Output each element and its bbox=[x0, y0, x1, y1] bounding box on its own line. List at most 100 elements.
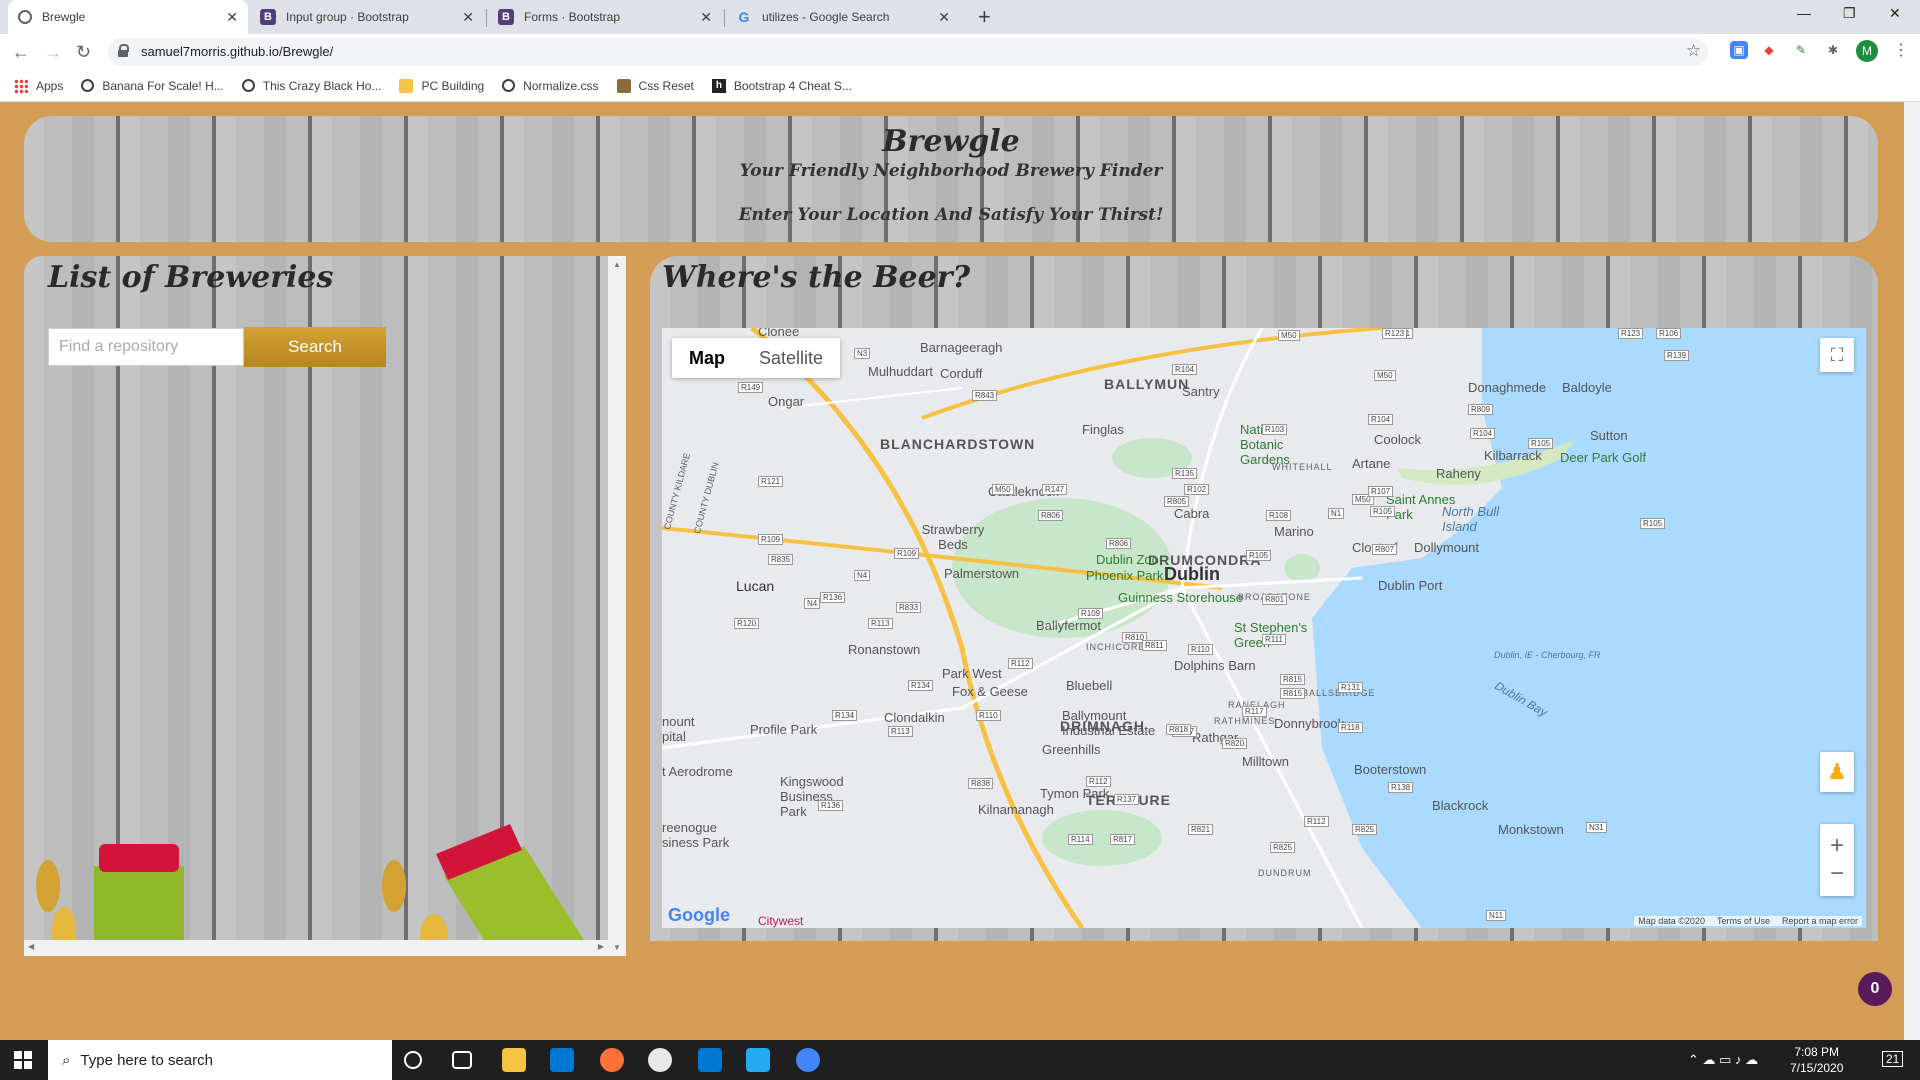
scroll-down-icon[interactable]: ▼ bbox=[613, 943, 621, 952]
minimize-icon[interactable]: — bbox=[1797, 5, 1811, 21]
bookmark-css-reset[interactable]: Css Reset bbox=[616, 78, 694, 93]
tab-google-search[interactable]: G utilizes - Google Search ✕ bbox=[726, 0, 960, 34]
mail-icon[interactable] bbox=[698, 1048, 722, 1072]
road-label: R805 bbox=[1164, 496, 1190, 507]
maximize-icon[interactable]: ❐ bbox=[1843, 5, 1856, 22]
road-label: R136 bbox=[820, 592, 846, 603]
bookmark-black-hole[interactable]: This Crazy Black Ho... bbox=[241, 79, 381, 93]
bootstrap-icon: B bbox=[260, 9, 276, 25]
chrome-icon[interactable] bbox=[796, 1048, 820, 1072]
map-label: Palmerstown bbox=[944, 566, 1020, 581]
road-label: R109 bbox=[1078, 608, 1104, 619]
google-map[interactable]: Dublin BLANCHARDSTOWN BALLYMUN DRUMCONDR… bbox=[662, 328, 1866, 928]
report-link[interactable]: Report a map error bbox=[1782, 916, 1858, 926]
forward-icon[interactable]: → bbox=[44, 42, 62, 63]
pen-extension-icon[interactable]: ✎ bbox=[1792, 41, 1810, 59]
close-icon[interactable]: ✕ bbox=[462, 9, 474, 26]
reload-icon[interactable]: ↻ bbox=[76, 42, 91, 63]
bookmark-bootstrap-cheat[interactable]: h Bootstrap 4 Cheat S... bbox=[711, 78, 852, 93]
tab-brewgle[interactable]: Brewgle ✕ bbox=[8, 0, 248, 34]
tab-separator bbox=[724, 9, 725, 27]
site-header: Brewgle Your Friendly Neighborhood Brewe… bbox=[24, 116, 1878, 242]
address-bar[interactable]: samuel7morris.github.io/Brewgle/ ☆ bbox=[108, 38, 1708, 66]
road-label: R835 bbox=[768, 554, 794, 565]
map-label: Donaghmede bbox=[1468, 380, 1547, 395]
search-input[interactable] bbox=[48, 328, 244, 366]
file-explorer-icon[interactable] bbox=[502, 1048, 526, 1072]
vscode-icon[interactable] bbox=[746, 1048, 770, 1072]
road-label: R123 bbox=[1618, 328, 1644, 339]
road-label: R134 bbox=[832, 710, 858, 721]
menu-icon[interactable]: ⋮ bbox=[1893, 40, 1909, 60]
road-label: R843 bbox=[972, 390, 998, 401]
bookmark-pc-building[interactable]: PC Building bbox=[399, 78, 484, 93]
scroll-left-icon[interactable]: ◀ bbox=[28, 942, 34, 951]
google-logo: Google bbox=[668, 905, 730, 925]
profile-avatar[interactable]: M bbox=[1856, 40, 1878, 62]
bootstrap-icon: B bbox=[498, 9, 514, 25]
road-label: R838 bbox=[968, 778, 994, 789]
url-text[interactable]: samuel7morris.github.io/Brewgle/ bbox=[141, 44, 333, 59]
scroll-up-icon[interactable]: ▲ bbox=[613, 260, 621, 269]
map-label: reenogue siness Park bbox=[662, 820, 730, 850]
list-horizontal-scrollbar[interactable]: ◀ ▶ bbox=[24, 940, 608, 956]
site-tagline: Your Friendly Neighborhood Brewery Finde… bbox=[739, 161, 1163, 181]
road-label: N11 bbox=[1486, 910, 1507, 921]
bookmark-normalize[interactable]: Normalize.css bbox=[502, 79, 599, 93]
road-label: R111 bbox=[1262, 634, 1286, 645]
road-label: R817 bbox=[1110, 834, 1136, 845]
store-icon[interactable] bbox=[550, 1048, 574, 1072]
bookmark-banana[interactable]: Banana For Scale! H... bbox=[81, 79, 224, 93]
page-scrollbar[interactable] bbox=[1904, 102, 1920, 1040]
taskbar-clock[interactable]: 7:08 PM 7/15/2020 bbox=[1790, 1044, 1843, 1076]
cortana-icon[interactable] bbox=[404, 1051, 422, 1069]
google-icon: G bbox=[738, 9, 750, 25]
windows-start-icon[interactable] bbox=[14, 1051, 32, 1069]
search-button[interactable]: Search bbox=[244, 327, 386, 367]
map-type-satellite-button[interactable]: Satellite bbox=[742, 338, 840, 378]
zoom-out-button[interactable]: − bbox=[1830, 860, 1844, 888]
puzzle-icon[interactable]: ✱ bbox=[1824, 41, 1842, 59]
extension-icon[interactable]: ◆ bbox=[1760, 41, 1778, 59]
firefox-icon[interactable] bbox=[600, 1048, 624, 1072]
close-icon[interactable]: ✕ bbox=[700, 9, 712, 26]
window-close-icon[interactable]: ✕ bbox=[1889, 5, 1901, 22]
road-label: R820 bbox=[1222, 738, 1248, 749]
tray-icons[interactable]: ⌃ ☁ ▭ ♪ ☁ bbox=[1688, 1052, 1758, 1068]
brewery-list-title: List of Breweries bbox=[48, 260, 334, 295]
bookmark-star-icon[interactable]: ☆ bbox=[1686, 41, 1701, 61]
bookmark-label: Bootstrap 4 Cheat S... bbox=[733, 78, 852, 93]
list-vertical-scrollbar[interactable]: ▲ ▼ bbox=[608, 256, 626, 956]
extension-icon[interactable]: ▣ bbox=[1730, 41, 1748, 59]
close-icon[interactable]: ✕ bbox=[226, 9, 238, 26]
tab-forms[interactable]: B Forms · Bootstrap ✕ bbox=[488, 0, 722, 34]
task-view-icon[interactable] bbox=[452, 1051, 472, 1069]
taskbar-search[interactable]: ⌕ Type here to search bbox=[48, 1040, 392, 1080]
map-label: WHITEHALL bbox=[1272, 462, 1333, 472]
map-label: nount pital bbox=[662, 714, 695, 744]
terms-link[interactable]: Terms of Use bbox=[1717, 916, 1770, 926]
map-label: Ballymount Industrial Estate bbox=[1062, 708, 1156, 738]
road-label: M50 bbox=[1374, 370, 1396, 381]
road-label: R833 bbox=[896, 602, 922, 613]
road-label: R110 bbox=[1188, 644, 1213, 655]
map-label: Tymon Park bbox=[1040, 786, 1110, 801]
back-icon[interactable]: ← bbox=[12, 42, 30, 63]
tab-input-group[interactable]: B Input group · Bootstrap ✕ bbox=[250, 0, 484, 34]
scroll-right-icon[interactable]: ▶ bbox=[598, 942, 604, 951]
close-icon[interactable]: ✕ bbox=[938, 9, 950, 26]
fullscreen-icon[interactable]: ⛶ bbox=[1820, 338, 1854, 372]
map-type-map-button[interactable]: Map bbox=[672, 338, 742, 378]
new-tab-button[interactable]: + bbox=[978, 4, 991, 30]
chat-badge[interactable]: 0 bbox=[1858, 972, 1892, 1006]
slack-icon[interactable] bbox=[648, 1048, 672, 1072]
road-label: R105 bbox=[1528, 438, 1554, 449]
road-label: R137 bbox=[1114, 794, 1140, 805]
bookmark-apps[interactable]: Apps bbox=[14, 78, 63, 93]
notifications-icon[interactable]: 21 bbox=[1882, 1051, 1904, 1067]
zoom-in-button[interactable]: + bbox=[1830, 832, 1844, 860]
pegman-icon[interactable]: ♟ bbox=[1820, 752, 1854, 792]
globe-icon bbox=[81, 79, 95, 92]
map-label: Kilbarrack bbox=[1484, 448, 1542, 463]
road-label: R112 bbox=[1086, 776, 1111, 787]
